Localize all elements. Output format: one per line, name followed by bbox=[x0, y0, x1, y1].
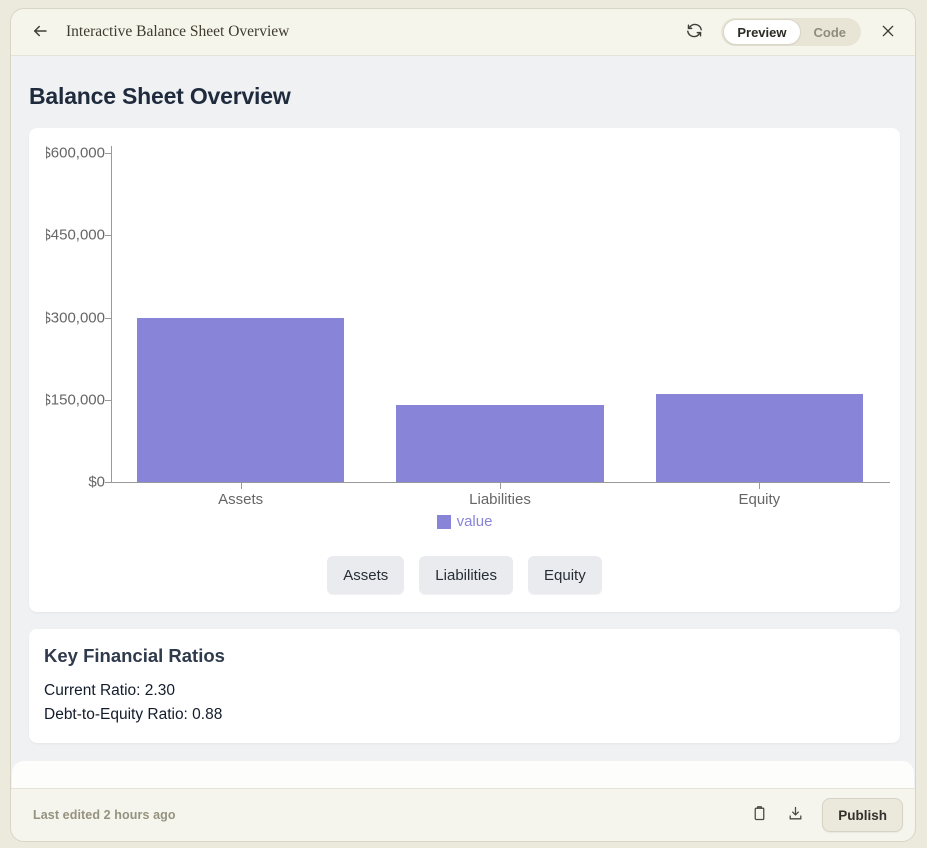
ratios-card: Key Financial Ratios Current Ratio: 2.30… bbox=[29, 629, 900, 743]
y-tick-label: $450,000 bbox=[46, 226, 105, 244]
chart-card: $0 $150,000 $300,000 $450,000 $600,000 Asset… bbox=[29, 128, 900, 612]
close-button[interactable] bbox=[875, 19, 901, 45]
publish-button[interactable]: Publish bbox=[822, 798, 903, 832]
x-tick-label: Assets bbox=[218, 491, 264, 508]
back-button[interactable] bbox=[27, 19, 53, 45]
x-axis-tick bbox=[500, 483, 501, 489]
x-axis-tick bbox=[240, 483, 242, 489]
bar-liabilities[interactable] bbox=[396, 405, 604, 482]
y-tick-label: $0 bbox=[88, 473, 105, 491]
download-button[interactable] bbox=[780, 800, 810, 830]
window-footer: Last edited 2 hours ago Publish bbox=[11, 788, 915, 841]
legend-label: value bbox=[456, 513, 493, 530]
y-tick-label: $300,000 bbox=[46, 309, 105, 326]
chart-legend: value bbox=[29, 513, 900, 530]
artifact-window: Interactive Balance Sheet Overview Previ… bbox=[10, 8, 916, 842]
bar-assets[interactable] bbox=[136, 317, 345, 482]
y-axis-tick bbox=[105, 235, 111, 237]
x-tick-label: Equity bbox=[738, 491, 781, 508]
content-bottom-panel bbox=[12, 761, 914, 791]
x-axis-tick bbox=[759, 483, 761, 489]
ratios-title: Key Financial Ratios bbox=[44, 645, 225, 666]
copy-button[interactable] bbox=[744, 800, 774, 830]
view-toggle: Preview Code bbox=[721, 18, 861, 46]
y-axis-tick bbox=[105, 153, 111, 154]
y-tick-label: $150,000 bbox=[46, 391, 105, 409]
window-title: Interactive Balance Sheet Overview bbox=[66, 23, 290, 40]
download-icon bbox=[787, 805, 804, 825]
assets-button[interactable]: Assets bbox=[327, 556, 405, 594]
toggle-code[interactable]: Code bbox=[801, 20, 860, 44]
refresh-icon bbox=[686, 22, 703, 42]
clipboard-icon bbox=[751, 805, 768, 825]
y-axis-tick bbox=[105, 399, 111, 401]
last-edited-text: Last edited 2 hours ago bbox=[33, 808, 176, 822]
toggle-preview[interactable]: Preview bbox=[723, 19, 801, 45]
liabilities-button[interactable]: Liabilities bbox=[419, 556, 513, 594]
y-tick-label: $600,000 bbox=[46, 144, 105, 162]
y-axis-tick bbox=[105, 482, 111, 483]
y-axis-tick bbox=[105, 317, 111, 319]
page-title: Balance Sheet Overview bbox=[29, 83, 291, 109]
close-icon bbox=[880, 23, 896, 42]
debt-to-equity-line: Debt-to-Equity Ratio: 0.88 bbox=[44, 706, 223, 723]
chart-plot: $0 $150,000 $300,000 $450,000 $600,000 Asset… bbox=[29, 128, 900, 612]
legend-swatch bbox=[436, 514, 451, 529]
bar-equity[interactable] bbox=[655, 394, 864, 482]
window-header: Interactive Balance Sheet Overview Previ… bbox=[11, 9, 915, 56]
back-arrow-icon bbox=[31, 22, 49, 43]
equity-button[interactable]: Equity bbox=[528, 556, 602, 594]
filter-button-row: Assets Liabilities Equity bbox=[29, 556, 900, 594]
refresh-button[interactable] bbox=[681, 19, 707, 45]
current-ratio-line: Current Ratio: 2.30 bbox=[44, 682, 175, 699]
x-tick-label: Liabilities bbox=[469, 491, 531, 508]
